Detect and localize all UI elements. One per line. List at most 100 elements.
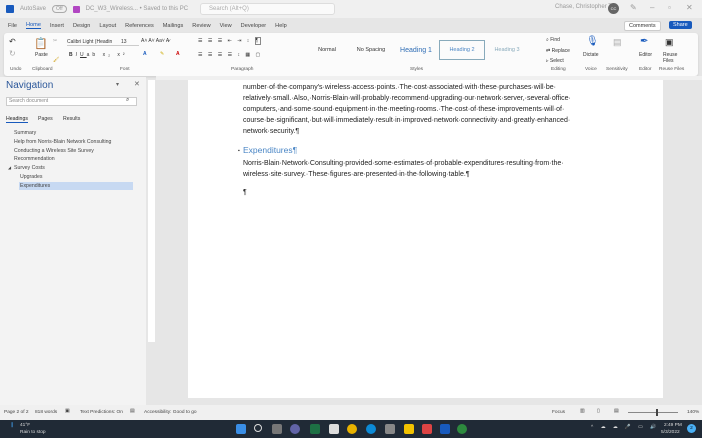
tab-home[interactable]: Home bbox=[26, 22, 41, 29]
app-taskbar-icon[interactable] bbox=[457, 424, 467, 434]
style-normal[interactable]: Normal bbox=[304, 40, 350, 60]
print-layout-icon[interactable]: ▯ bbox=[597, 409, 600, 414]
share-button[interactable]: Share bbox=[669, 21, 692, 29]
minimize-button[interactable]: – bbox=[650, 3, 654, 12]
file-explorer-icon[interactable] bbox=[404, 424, 414, 434]
paste-button[interactable]: Paste bbox=[35, 52, 48, 58]
redo-icon[interactable]: ↻ bbox=[9, 49, 16, 58]
word-taskbar-icon[interactable] bbox=[440, 424, 450, 434]
body-line[interactable]: wireless·site·survey.·These·figures·are·… bbox=[243, 169, 470, 180]
heading-item[interactable]: Conducting a Wireless Site Survey bbox=[14, 147, 94, 155]
zoom-slider[interactable] bbox=[628, 412, 678, 413]
reuse-files-icon[interactable]: ▣ bbox=[665, 37, 674, 48]
comments-button[interactable]: Comments bbox=[624, 21, 661, 31]
temperature[interactable]: 41°F bbox=[20, 423, 30, 428]
font-grow-shrink-icons[interactable]: A˄ A˅ Aa˅ A̷ bbox=[141, 38, 169, 44]
undo-icon[interactable]: ↶ bbox=[9, 37, 16, 46]
body-line[interactable]: network·security.¶ bbox=[243, 126, 299, 137]
zoom-level[interactable]: 140% bbox=[687, 410, 699, 415]
tab-insert[interactable]: Insert bbox=[50, 23, 64, 29]
text-predictions[interactable]: Text Predictions: On bbox=[80, 410, 123, 415]
system-tray-icons[interactable]: ^ ☁ ☁ 🎤 ▭ 🔊 bbox=[591, 425, 659, 430]
empty-paragraph[interactable]: ¶ bbox=[243, 187, 247, 198]
replace-button[interactable]: ⇄ Replace bbox=[546, 48, 570, 54]
heading-item[interactable]: Help from Norris-Blain Network Consultin… bbox=[14, 138, 111, 146]
paint-icon[interactable] bbox=[422, 424, 432, 434]
tab-view[interactable]: View bbox=[220, 23, 232, 29]
font-color-icon[interactable]: A bbox=[176, 51, 180, 57]
editor-button[interactable]: Editor bbox=[639, 52, 652, 58]
excel-icon[interactable] bbox=[310, 424, 320, 434]
vertical-ruler[interactable] bbox=[148, 80, 155, 342]
alignment-icons[interactable]: ☰ ☰ ☰ ☰ ↕ ▦ ▢ bbox=[198, 52, 262, 58]
body-line[interactable]: course·be·significant,·but·will·immediat… bbox=[243, 115, 570, 126]
format-painter-icon[interactable]: 🖌 bbox=[53, 57, 59, 63]
body-line[interactable]: number·of·the·company's·wireless·access·… bbox=[243, 82, 556, 93]
proofing-icon[interactable]: ▣ bbox=[65, 409, 70, 414]
tab-results[interactable]: Results bbox=[63, 116, 80, 122]
text-effects-icon[interactable]: A bbox=[143, 51, 147, 57]
tab-headings[interactable]: Headings bbox=[6, 116, 28, 123]
task-view-icon[interactable] bbox=[272, 424, 282, 434]
tab-references[interactable]: References bbox=[125, 23, 154, 29]
page-count[interactable]: Page 2 of 2 bbox=[4, 410, 29, 415]
font-size-select[interactable]: 13 bbox=[121, 39, 127, 45]
heading-item[interactable]: Recommendation bbox=[14, 155, 55, 163]
start-icon[interactable] bbox=[236, 424, 246, 434]
weather-icon[interactable]: ❙ bbox=[10, 423, 14, 428]
list-icons[interactable]: ☰ ☰ ☰ ⇤ ⇥ ↕ ¶ bbox=[198, 37, 262, 45]
focus-button[interactable]: Focus bbox=[552, 410, 565, 415]
calculator-icon[interactable] bbox=[385, 424, 395, 434]
tab-design[interactable]: Design bbox=[73, 23, 90, 29]
style-heading-1[interactable]: Heading 1 bbox=[393, 40, 439, 60]
search-taskbar-icon[interactable] bbox=[254, 424, 262, 432]
accessibility-status[interactable]: Accessibility: Good to go bbox=[144, 410, 197, 415]
heading-expenditures[interactable]: Expenditures¶ bbox=[243, 145, 297, 156]
collapse-icon[interactable]: ◢ bbox=[8, 164, 11, 172]
edge-icon[interactable] bbox=[366, 424, 376, 434]
nav-options-icon[interactable]: ▾ bbox=[116, 81, 119, 88]
microphone-icon[interactable]: 🎙 bbox=[586, 36, 599, 47]
body-line[interactable]: Norris-Blain·Network·Consulting·provided… bbox=[243, 158, 564, 169]
autosave-toggle[interactable]: Off bbox=[52, 5, 67, 13]
tab-pages[interactable]: Pages bbox=[38, 116, 53, 122]
editor-icon[interactable]: ✒ bbox=[640, 36, 648, 47]
chrome-icon[interactable] bbox=[347, 424, 357, 434]
heading-item-selected[interactable]: Expenditures bbox=[19, 182, 133, 190]
style-heading-2[interactable]: Heading 2 bbox=[439, 40, 485, 60]
body-line[interactable]: computers,·and·some·sound·equipment·in·t… bbox=[243, 104, 564, 115]
avatar[interactable]: CC bbox=[608, 3, 619, 14]
find-button[interactable]: ⌕ Find bbox=[546, 37, 560, 43]
heading-item[interactable]: Summary bbox=[14, 129, 36, 137]
tab-layout[interactable]: Layout bbox=[99, 23, 116, 29]
teams-icon[interactable] bbox=[290, 424, 300, 434]
cut-icon[interactable]: ✂ bbox=[53, 38, 57, 44]
search-document-input[interactable]: Search document bbox=[6, 97, 137, 106]
notepad-icon[interactable] bbox=[329, 424, 339, 434]
search-box[interactable]: Search (Alt+Q) bbox=[200, 3, 335, 15]
close-icon[interactable]: ✕ bbox=[134, 80, 140, 88]
notification-badge[interactable]: 2 bbox=[687, 424, 696, 433]
search-icon[interactable]: ⌕ bbox=[126, 97, 129, 104]
tab-help[interactable]: Help bbox=[275, 23, 287, 29]
web-layout-icon[interactable]: ▤ bbox=[614, 409, 619, 414]
heading-item[interactable]: Upgrades bbox=[20, 173, 43, 181]
maximize-button[interactable]: ▫ bbox=[668, 3, 671, 12]
paste-icon[interactable]: 📋 bbox=[34, 37, 48, 50]
tab-mailings[interactable]: Mailings bbox=[163, 23, 184, 29]
macro-icon[interactable]: ▤ bbox=[130, 409, 135, 414]
heading-item[interactable]: Survey Costs bbox=[14, 164, 45, 172]
user-name[interactable]: Chase, Christopher T bbox=[555, 4, 612, 10]
font-format-icons[interactable]: BIUab x₂ x² bbox=[69, 52, 128, 58]
tab-file[interactable]: File bbox=[8, 23, 17, 29]
read-mode-icon[interactable]: ▥ bbox=[580, 409, 585, 414]
zoom-slider-thumb[interactable] bbox=[656, 409, 658, 416]
weather-text[interactable]: Rain to stop bbox=[20, 430, 46, 435]
style-no-spacing[interactable]: No Spacing bbox=[348, 40, 394, 60]
pen-icon[interactable]: ✎ bbox=[630, 3, 637, 12]
sensitivity-icon[interactable]: ▤ bbox=[613, 37, 622, 48]
tab-review[interactable]: Review bbox=[192, 23, 210, 29]
font-name-select[interactable]: Calibri Light (Headin bbox=[67, 39, 139, 46]
clock-time[interactable]: 2:49 PM bbox=[664, 423, 682, 428]
highlight-icon[interactable]: ✎ bbox=[160, 51, 164, 57]
